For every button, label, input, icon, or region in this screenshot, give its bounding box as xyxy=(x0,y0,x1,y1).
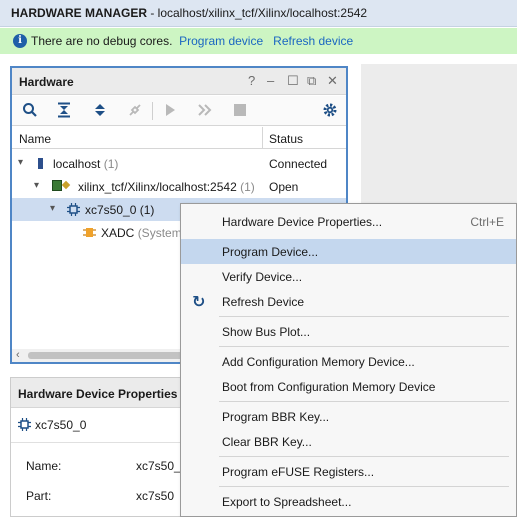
menu-item-shortcut: Ctrl+E xyxy=(470,215,504,229)
tree-row-status: Connected xyxy=(269,157,328,171)
menu-item-label: Clear BBR Key... xyxy=(222,435,312,449)
tree-column-header: Name Status xyxy=(12,127,346,149)
menu-separator xyxy=(219,316,509,317)
info-banner: i There are no debug cores. Program devi… xyxy=(0,28,517,54)
minimize-icon[interactable]: – xyxy=(267,73,274,88)
chevron-down-icon[interactable]: ▾ xyxy=(18,157,23,168)
refresh-icon: ↻ xyxy=(192,294,206,311)
property-value-part: xc7s50 xyxy=(136,489,175,503)
window-title: HARDWARE MANAGER - localhost/xilinx_tcf/… xyxy=(11,6,368,20)
menu-item-verify-device[interactable]: Verify Device... xyxy=(181,264,516,289)
tree-row-label: xilinx_tcf/Xilinx/localhost:2542 (1) xyxy=(78,180,255,194)
menu-item-label: Refresh Device xyxy=(222,295,305,309)
menu-separator xyxy=(219,456,509,457)
device-chip-icon xyxy=(18,418,31,434)
xadc-icon xyxy=(83,226,96,242)
close-icon[interactable]: ✕ xyxy=(327,73,338,89)
menu-item-label: Export to Spreadsheet... xyxy=(222,495,352,509)
info-message: There are no debug cores. Program device… xyxy=(31,34,354,48)
help-icon[interactable]: ? xyxy=(248,73,255,88)
hardware-panel-title: Hardware xyxy=(19,75,74,89)
board-chip-icon xyxy=(52,180,62,191)
column-divider[interactable] xyxy=(262,127,263,149)
menu-item-show-bus-plot[interactable]: Show Bus Plot... xyxy=(181,319,516,344)
program-device-link[interactable]: Program device xyxy=(179,34,263,48)
menu-item-label: Verify Device... xyxy=(222,270,303,284)
menu-item-program-bbr-key[interactable]: Program BBR Key... xyxy=(181,404,516,429)
properties-panel-title: Hardware Device Properties xyxy=(18,387,178,401)
menu-item-label: Show Bus Plot... xyxy=(222,325,311,339)
tree-row-label: XADC (System xyxy=(101,226,182,240)
tree-row-target[interactable]: ▾ xilinx_tcf/Xilinx/localhost:2542 (1) O… xyxy=(12,175,346,198)
properties-device-name: xc7s50_0 xyxy=(35,418,87,432)
scrollbar-thumb[interactable] xyxy=(28,352,198,359)
property-key-part: Part: xyxy=(26,489,52,503)
expand-all-icon[interactable] xyxy=(91,102,109,120)
tree-row-label: localhost (1) xyxy=(53,157,119,171)
menu-item-label: Program BBR Key... xyxy=(222,410,330,424)
scroll-left-icon[interactable]: ‹ xyxy=(16,349,20,361)
menu-item-program-device[interactable]: Program Device... xyxy=(181,239,516,264)
menu-item-label: Boot from Configuration Memory Device xyxy=(222,380,436,394)
chevron-down-icon[interactable]: ▾ xyxy=(34,180,39,191)
window-title-bar: HARDWARE MANAGER - localhost/xilinx_tcf/… xyxy=(0,0,517,27)
menu-item-add-configuration-memory[interactable]: Add Configuration Memory Device... xyxy=(181,349,516,374)
menu-separator xyxy=(219,346,509,347)
context-menu: Hardware Device Properties... Ctrl+E Pro… xyxy=(180,203,517,517)
run-trigger-immediate-icon[interactable] xyxy=(196,102,214,120)
menu-item-boot-from-configuration-memory[interactable]: Boot from Configuration Memory Device xyxy=(181,374,516,399)
chevron-down-icon[interactable]: ▾ xyxy=(50,203,55,214)
menu-item-label: Program Device... xyxy=(222,245,319,259)
name-column-header[interactable]: Name xyxy=(19,132,51,146)
maximize-icon[interactable]: ☐ xyxy=(287,73,299,89)
status-column-header[interactable]: Status xyxy=(269,132,303,146)
float-icon[interactable]: ⧉ xyxy=(307,73,316,89)
server-icon xyxy=(38,158,43,169)
property-value-name: xc7s50_ xyxy=(136,459,181,473)
menu-item-refresh-device[interactable]: ↻ Refresh Device xyxy=(181,289,516,314)
auto-connect-icon[interactable] xyxy=(126,102,144,120)
toolbar-divider xyxy=(152,102,153,120)
hardware-panel-header: Hardware ? – ☐ ⧉ ✕ xyxy=(12,68,346,95)
menu-item-clear-bbr-key[interactable]: Clear BBR Key... xyxy=(181,429,516,454)
device-chip-icon xyxy=(67,203,80,219)
menu-item-program-efuse-registers[interactable]: Program eFUSE Registers... xyxy=(181,459,516,484)
tree-row-label: xc7s50_0 (1) xyxy=(85,203,155,217)
stop-trigger-icon[interactable] xyxy=(231,102,249,120)
properties-device: xc7s50_0 xyxy=(18,418,86,434)
run-trigger-icon[interactable] xyxy=(161,102,179,120)
hardware-toolbar xyxy=(12,96,346,126)
menu-item-label: Add Configuration Memory Device... xyxy=(222,355,415,369)
menu-item-label: Program eFUSE Registers... xyxy=(222,465,375,479)
tree-row-localhost[interactable]: ▾ localhost (1) Connected xyxy=(12,152,346,175)
menu-separator xyxy=(219,401,509,402)
info-icon: i xyxy=(13,34,27,48)
gear-icon[interactable] xyxy=(321,102,339,120)
menu-item-hardware-device-properties[interactable]: Hardware Device Properties... Ctrl+E xyxy=(181,209,516,234)
menu-item-export-to-spreadsheet[interactable]: Export to Spreadsheet... xyxy=(181,489,516,514)
tree-row-status: Open xyxy=(269,180,299,194)
property-key-name: Name: xyxy=(26,459,62,473)
search-icon[interactable] xyxy=(21,102,39,120)
menu-separator xyxy=(219,486,509,487)
menu-item-label: Hardware Device Properties... xyxy=(222,215,383,229)
connector-icon xyxy=(61,180,71,190)
refresh-device-link[interactable]: Refresh device xyxy=(273,34,353,48)
collapse-all-icon[interactable] xyxy=(55,102,73,120)
